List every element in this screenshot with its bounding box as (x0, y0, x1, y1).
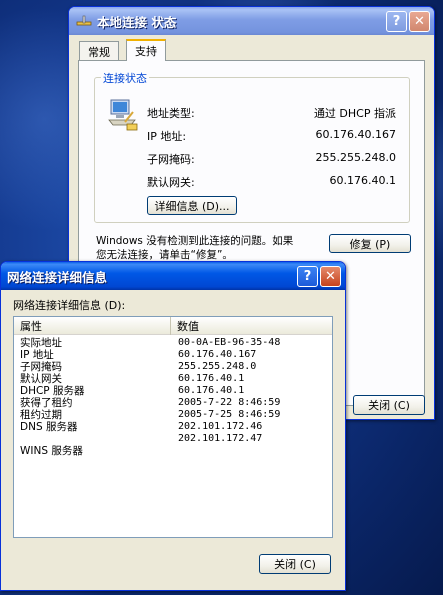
list-item[interactable]: DNS 服务器 202.101.172.46 (14, 421, 332, 433)
ip-address-label: IP 地址: (147, 130, 187, 143)
ip-address-value: 60.176.40.167 (315, 128, 396, 141)
details-button[interactable]: 详细信息 (D)... (147, 196, 237, 215)
status-close-button[interactable]: 关闭 (C) (353, 395, 425, 415)
row-property: 实际地址 (20, 337, 62, 349)
subnet-mask-label: 子网掩码: (147, 153, 195, 166)
list-item[interactable]: DHCP 服务器 60.176.40.1 (14, 385, 332, 397)
tab-support-label: 支持 (135, 45, 157, 58)
close-window-button[interactable]: ✕ (409, 10, 430, 32)
row-value: 2005-7-25 8:46:59 (178, 409, 281, 420)
column-header-property[interactable]: 属性 (14, 317, 172, 335)
list-item[interactable]: 默认网关 60.176.40.1 (14, 373, 332, 385)
row-value: 60.176.40.167 (178, 349, 257, 360)
list-item[interactable]: 租约过期 2005-7-25 8:46:59 (14, 409, 332, 421)
listview-header: 属性 数值 (14, 317, 332, 335)
details-list-label: 网络连接详细信息 (D): (13, 299, 126, 312)
row-property: 子网掩码 (20, 361, 62, 373)
connection-status-group: 连接状态 地址类型: 通过 DHCP 指派 IP 地址: 60.176.40.1… (94, 70, 410, 223)
row-value: 60.176.40.1 (178, 373, 245, 384)
column-header-value[interactable]: 数值 (171, 317, 332, 335)
row-property: 获得了租约 (20, 397, 73, 409)
network-connection-icon (75, 13, 93, 29)
list-item[interactable]: 子网掩码 255.255.248.0 (14, 361, 332, 373)
details-window: 网络连接详细信息 ? ✕ 网络连接详细信息 (D): 属性 数值 实际地址 00… (0, 261, 346, 591)
list-item[interactable]: 202.101.172.47 (14, 433, 332, 445)
row-property: DNS 服务器 (20, 421, 78, 433)
status-window-title: 本地连接 状态 (97, 14, 177, 30)
details-listview[interactable]: 属性 数值 实际地址 00-0A-EB-96-35-48 IP 地址 60.17… (13, 316, 333, 538)
status-window-titlebar[interactable]: 本地连接 状态 ? ✕ (69, 7, 434, 35)
status-message-line-1: Windows 没有检测到此连接的问题。如果 (96, 235, 294, 247)
details-close-button[interactable]: 关闭 (C) (259, 554, 331, 574)
row-value: 60.176.40.1 (178, 385, 245, 396)
subnet-mask-value: 255.255.248.0 (315, 151, 396, 164)
address-type-value: 通过 DHCP 指派 (313, 107, 396, 120)
tab-general-label: 常规 (88, 45, 110, 59)
list-item[interactable]: WINS 服务器 (14, 445, 332, 457)
default-gateway-label: 默认网关: (147, 176, 195, 189)
row-property: DHCP 服务器 (20, 385, 85, 397)
repair-button[interactable]: 修复 (P) (329, 234, 411, 253)
row-property: 默认网关 (20, 373, 62, 385)
details-window-title: 网络连接详细信息 (7, 269, 108, 285)
status-message-line-2: 您无法连接，请单击“修复”。 (96, 249, 233, 261)
list-item[interactable]: 获得了租约 2005-7-22 8:46:59 (14, 397, 332, 409)
list-item[interactable]: IP 地址 60.176.40.167 (14, 349, 332, 361)
row-value: 202.101.172.47 (178, 433, 263, 444)
default-gateway-value: 60.176.40.1 (329, 174, 396, 187)
connection-computer-icon (105, 98, 139, 135)
row-property: IP 地址 (20, 349, 54, 361)
row-value: 00-0A-EB-96-35-48 (178, 337, 281, 348)
group-title: 连接状态 (101, 70, 149, 86)
list-item[interactable]: 实际地址 00-0A-EB-96-35-48 (14, 337, 332, 349)
details-help-button[interactable]: ? (297, 265, 318, 287)
address-type-label: 地址类型: (147, 107, 195, 120)
help-button[interactable]: ? (386, 10, 407, 32)
tab-general[interactable]: 常规 (79, 41, 119, 61)
details-window-titlebar[interactable]: 网络连接详细信息 ? ✕ (1, 262, 345, 290)
row-value: 255.255.248.0 (178, 361, 257, 372)
row-value: 2005-7-22 8:46:59 (178, 397, 281, 408)
row-value: 202.101.172.46 (178, 421, 263, 432)
row-property: 租约过期 (20, 409, 62, 421)
details-close-window-button[interactable]: ✕ (320, 265, 341, 287)
tab-support[interactable]: 支持 (126, 39, 166, 61)
row-property: WINS 服务器 (20, 445, 83, 457)
